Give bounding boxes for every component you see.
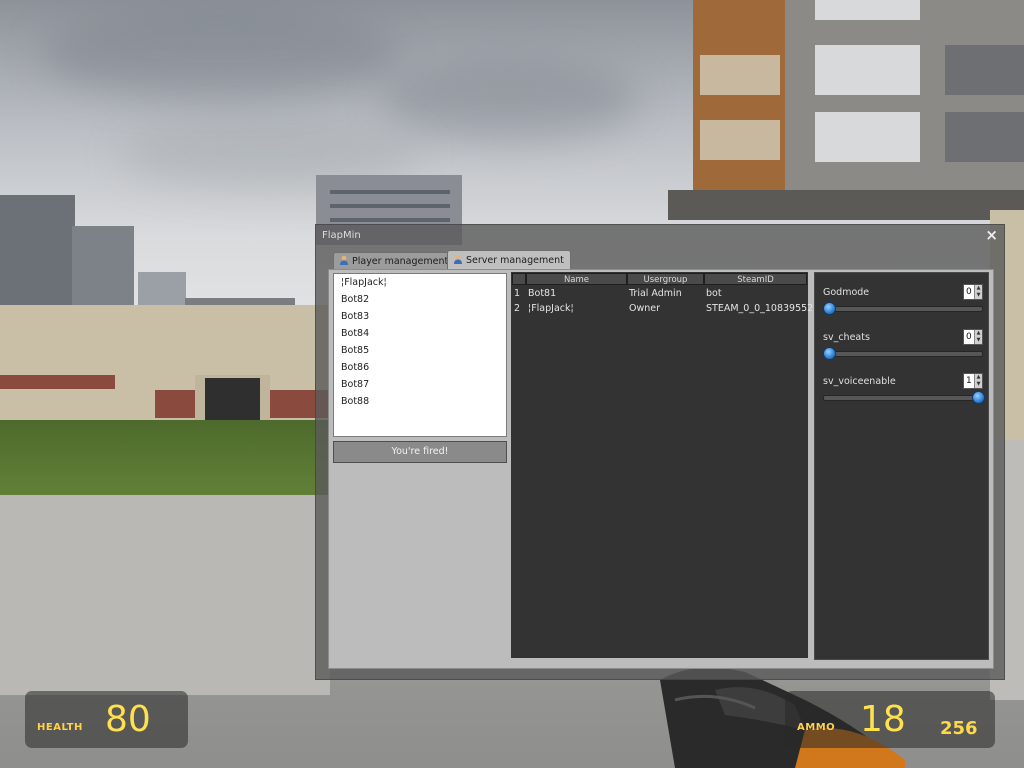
tab-label: Player management <box>352 256 449 267</box>
godmode-number-field[interactable]: 0 ▲ ▼ <box>963 284 983 300</box>
setting-godmode: Godmode 0 ▲ ▼ <box>815 281 988 321</box>
cell-index: 1 <box>514 288 521 299</box>
setting-label: sv_voiceenable <box>823 376 896 387</box>
setting-label: Godmode <box>823 287 870 298</box>
number-value: 1 <box>966 376 972 386</box>
list-item[interactable]: Bot82 <box>334 291 506 308</box>
spinner-arrows-icon[interactable]: ▲ ▼ <box>974 374 982 388</box>
user-icon <box>454 254 462 264</box>
flapmin-window: FlapMin × Player management Server manag… <box>315 224 1005 680</box>
list-item[interactable]: Bot83 <box>334 308 506 325</box>
setting-label: sv_cheats <box>823 332 870 343</box>
close-icon[interactable]: × <box>985 226 998 244</box>
setting-sv-voiceenable: sv_voiceenable 1 ▲ ▼ <box>815 370 988 410</box>
sv-voiceenable-slider[interactable] <box>823 391 985 404</box>
list-item[interactable]: Bot84 <box>334 325 506 342</box>
window-title: FlapMin <box>322 230 361 241</box>
ammo-clip-value: 18 <box>860 699 906 740</box>
setting-sv-cheats: sv_cheats 0 ▲ ▼ <box>815 326 988 366</box>
sv-cheats-slider[interactable] <box>823 347 983 360</box>
number-value: 0 <box>966 332 972 342</box>
spinner-arrows-icon[interactable]: ▲ ▼ <box>974 330 982 344</box>
cell-steamid: STEAM_0_0_10839552 <box>706 303 814 314</box>
fire-button[interactable]: You're fired! <box>333 441 507 463</box>
cell-name: ¦FlapJack¦ <box>528 303 574 314</box>
cell-index: 2 <box>514 303 521 314</box>
slider-knob[interactable] <box>823 347 836 360</box>
table-row[interactable]: 2 ¦FlapJack¦ Owner STEAM_0_0_10839552 <box>511 302 813 317</box>
spinner-arrows-icon[interactable]: ▲ ▼ <box>974 285 982 299</box>
cell-usergroup: Trial Admin <box>629 288 682 299</box>
column-header-steamid[interactable]: SteamID <box>704 273 807 285</box>
cell-steamid: bot <box>706 288 722 299</box>
ammo-panel: AMMO 18 256 <box>785 691 995 748</box>
column-header-index[interactable] <box>512 273 526 285</box>
health-panel: HEALTH 80 <box>25 691 188 748</box>
list-item[interactable]: Bot87 <box>334 376 506 393</box>
column-header-usergroup[interactable]: Usergroup <box>627 273 704 285</box>
ammo-label: AMMO <box>797 722 836 733</box>
cell-usergroup: Owner <box>629 303 661 314</box>
table-header: Name Usergroup SteamID <box>511 272 808 286</box>
health-value: 80 <box>105 699 151 740</box>
number-value: 0 <box>966 287 972 297</box>
sv-cheats-number-field[interactable]: 0 ▲ ▼ <box>963 329 983 345</box>
player-list[interactable]: ¦FlapJack¦ Bot82 Bot83 Bot84 Bot85 Bot86… <box>333 273 507 437</box>
tab-label: Server management <box>466 255 564 266</box>
health-label: HEALTH <box>37 722 83 733</box>
list-item[interactable]: Bot88 <box>334 393 506 410</box>
list-item[interactable]: Bot85 <box>334 342 506 359</box>
user-icon <box>340 255 348 265</box>
cell-name: Bot81 <box>528 288 557 299</box>
server-settings-panel: Godmode 0 ▲ ▼ sv_cheats 0 ▲ ▼ sv_voiceen… <box>814 272 989 660</box>
slider-knob[interactable] <box>972 391 985 404</box>
slider-knob[interactable] <box>823 302 836 315</box>
list-item[interactable]: ¦FlapJack¦ <box>334 274 506 291</box>
player-table: Name Usergroup SteamID 1 Bot81 Trial Adm… <box>511 272 813 658</box>
tab-panel: ¦FlapJack¦ Bot82 Bot83 Bot84 Bot85 Bot86… <box>328 269 994 669</box>
list-item[interactable]: Bot86 <box>334 359 506 376</box>
table-row[interactable]: 1 Bot81 Trial Admin bot <box>511 287 808 302</box>
column-header-name[interactable]: Name <box>526 273 627 285</box>
tab-server-management[interactable]: Server management <box>447 250 571 271</box>
sv-voiceenable-number-field[interactable]: 1 ▲ ▼ <box>963 373 983 389</box>
ammo-reserve-value: 256 <box>940 718 978 739</box>
godmode-slider[interactable] <box>823 302 983 315</box>
